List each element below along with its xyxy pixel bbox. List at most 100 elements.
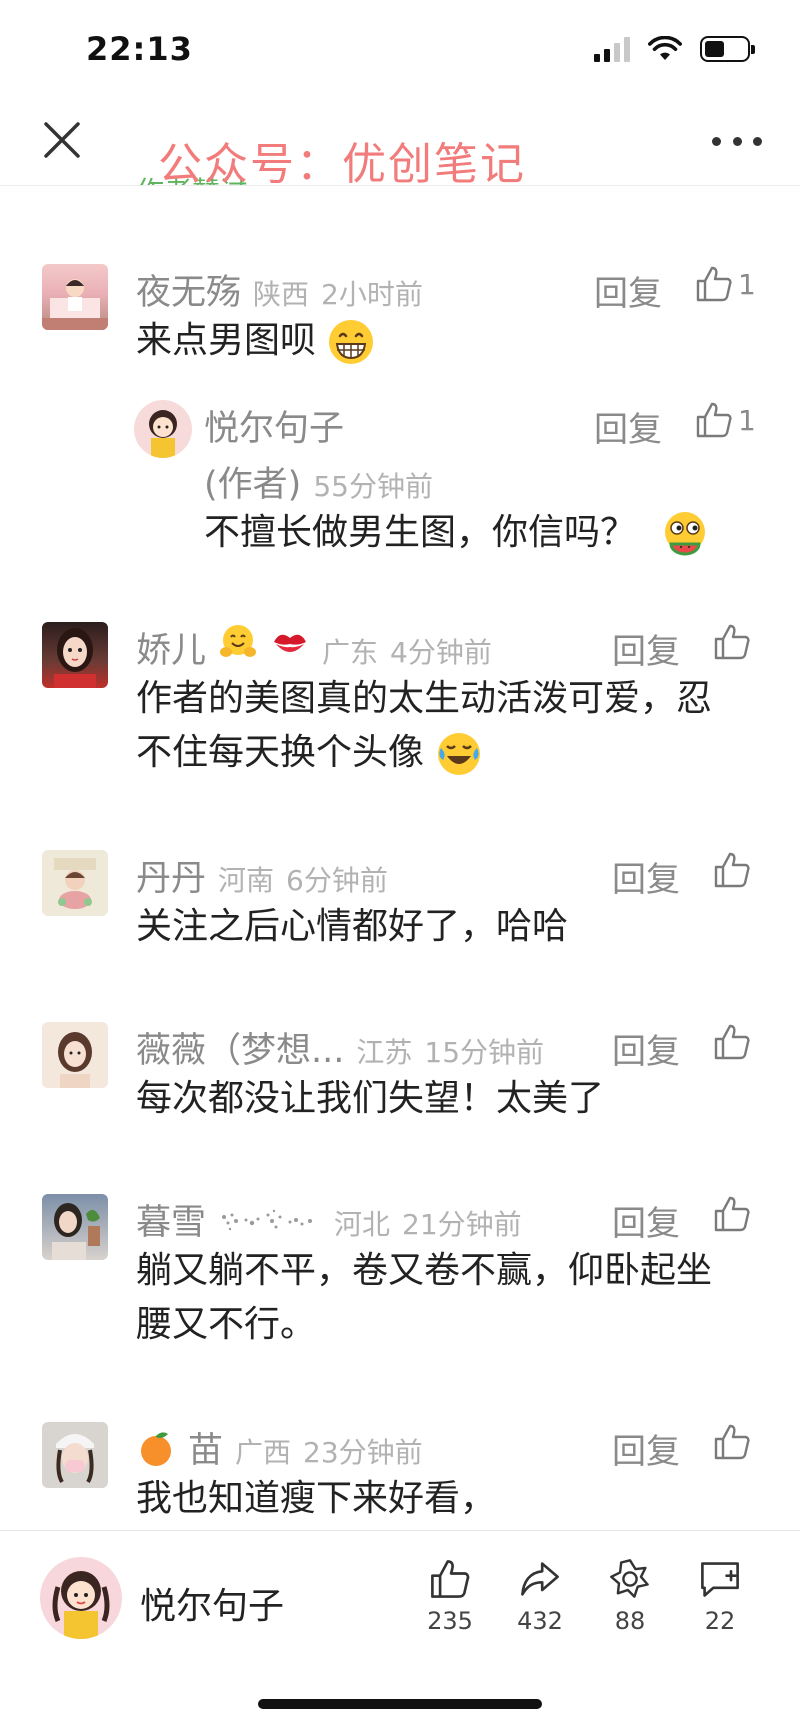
avatar-image (42, 279, 108, 330)
home-indicator[interactable] (258, 1699, 542, 1709)
comment-time: 6分钟前 (286, 864, 388, 897)
comment-text-line-1: 躺又躺不平，卷又卷不赢，仰卧起坐 (136, 1250, 713, 1291)
reply-button[interactable]: 回复 (612, 1424, 680, 1473)
like-button[interactable]: 1 (694, 400, 756, 440)
thumbs-up-icon (696, 266, 732, 302)
comment-text-row: 来点男图呗 (136, 314, 766, 368)
reply-text: 不擅长做男生图，你信吗？ (204, 512, 637, 553)
kiss-mark-emoji (274, 634, 307, 652)
share-action[interactable]: 432 (500, 1557, 580, 1635)
comment-list: 夜无殇 陕西 2小时前 回复 1 来点男图呗 悦尔句子 回复 1 (作者) 55… (0, 186, 800, 1530)
avatar-image (54, 628, 96, 688)
comment-location: 河南 (218, 864, 275, 897)
comment-location: 陕西 (253, 278, 310, 311)
comment-action[interactable]: 22 (680, 1557, 760, 1635)
reply-author-name[interactable]: 悦尔句子 (204, 400, 344, 451)
comment-time: 2小时前 (321, 278, 423, 311)
wifi-icon (648, 36, 682, 60)
reply-text-row: 不擅长做男生图，你信吗？ (204, 506, 764, 560)
top-nav: 作者赞过 公众号：优创笔记 (0, 100, 800, 186)
avatar[interactable] (42, 1194, 108, 1260)
comment-text-line-2: 腰又不行。 (136, 1304, 317, 1345)
comment-location: 广西 (235, 1436, 292, 1469)
comment-count: 22 (704, 1607, 736, 1635)
commenter-name[interactable]: 苗 (188, 1422, 223, 1473)
comment-time: 21分钟前 (402, 1208, 522, 1241)
author-avatar[interactable] (134, 400, 192, 458)
status-icons (594, 36, 755, 62)
comment-time: 4分钟前 (390, 636, 492, 669)
crying-laughing-face-emoji (438, 733, 481, 775)
comment-item: 薇薇（梦想... 江苏 15分钟前 回复 每次都没让我们失望！太美了 (0, 1022, 800, 1142)
reply-button[interactable]: 回复 (612, 852, 680, 901)
status-bar: 22:13 (0, 0, 800, 100)
commenter-name[interactable]: 夜无殇 (136, 264, 241, 315)
comment-text-row: 躺又躺不平，卷又卷不赢，仰卧起坐 腰又不行。 (136, 1244, 766, 1352)
favorite-icon (610, 1559, 649, 1598)
thumbs-up-icon (714, 1024, 750, 1060)
melon-eating-face-emoji (665, 512, 706, 556)
comment-time: 55分钟前 (313, 470, 433, 503)
avatar-image (56, 1434, 94, 1484)
comment-item: 娇儿 广东 4分钟前 回复 作者的美图真的太生动活泼可爱，忍 不住每天换个头像 (0, 622, 800, 822)
avatar[interactable] (42, 1022, 108, 1088)
like-button[interactable] (712, 1022, 752, 1062)
thumbs-up-icon (696, 402, 732, 438)
avatar-image (52, 1571, 110, 1639)
thumbs-up-icon (714, 1424, 750, 1460)
like-count: 1 (738, 403, 756, 437)
reply-button[interactable]: 回复 (612, 624, 680, 673)
reply-button[interactable]: 回复 (594, 266, 662, 315)
author-tag: (作者) (204, 465, 302, 505)
share-count: 432 (517, 1607, 563, 1635)
like-action[interactable]: 235 (410, 1557, 490, 1635)
bottom-action-bar: 悦尔句子 235 432 88 22 (0, 1530, 800, 1731)
like-button[interactable]: 1 (694, 264, 756, 304)
like-button[interactable] (712, 1194, 752, 1234)
close-icon[interactable] (40, 118, 84, 162)
comment-text-line-1: 作者的美图真的太生动活泼可爱，忍 (136, 678, 713, 719)
more-options-icon[interactable] (712, 126, 762, 156)
comment-item: 暮雪 河北 21分钟前 回复 躺又躺不平，卷又卷不赢，仰卧起坐 腰又不行。 (0, 1194, 800, 1394)
share-icon (521, 1562, 559, 1596)
comment-location: 江苏 (356, 1036, 413, 1069)
commenter-name[interactable]: 暮雪 (136, 1194, 206, 1245)
comment-text: 我也知道瘦下来好看， (136, 1478, 497, 1519)
avatar-image (149, 410, 177, 458)
like-button[interactable] (712, 850, 752, 890)
thumbs-up-icon (714, 1196, 750, 1232)
avatar[interactable] (42, 1422, 108, 1488)
status-time: 22:13 (86, 30, 193, 68)
favorite-count: 88 (614, 1607, 646, 1635)
thumbs-up-icon (714, 624, 750, 660)
watermark-text: 公众号：优创笔记 (158, 139, 526, 186)
commenter-name[interactable]: 丹丹 (136, 850, 206, 901)
like-count: 235 (427, 1607, 473, 1635)
reply-button[interactable]: 回复 (612, 1024, 680, 1073)
reply-button[interactable]: 回复 (612, 1196, 680, 1245)
author-avatar[interactable] (40, 1557, 122, 1639)
comment-item: 丹丹 河南 6分钟前 回复 关注之后心情都好了，哈哈 (0, 850, 800, 970)
comment-time: 23分钟前 (303, 1436, 423, 1469)
comment-text: 关注之后心情都好了，哈哈 (136, 906, 569, 947)
reply-button[interactable]: 回复 (594, 402, 662, 451)
avatar-image (58, 1032, 92, 1088)
comment-time: 15分钟前 (424, 1036, 545, 1069)
tangerine-emoji (141, 1431, 171, 1466)
like-count: 1 (738, 267, 756, 301)
comment-item: 苗 广西 23分钟前 回复 我也知道瘦下来好看， (0, 1422, 800, 1530)
comment-text: 每次都没让我们失望！太美了 (136, 1078, 605, 1119)
thumbs-up-icon (714, 852, 750, 888)
like-button[interactable] (712, 1422, 752, 1462)
commenter-name[interactable]: 娇儿 (136, 622, 206, 673)
like-button[interactable] (712, 622, 752, 662)
favorite-action[interactable]: 88 (590, 1557, 670, 1635)
comment-location: 广东 (322, 636, 379, 669)
avatar[interactable] (42, 850, 108, 916)
grinning-face-emoji (329, 320, 374, 364)
avatar[interactable] (42, 264, 108, 330)
author-name[interactable]: 悦尔句子 (140, 1577, 284, 1629)
commenter-name[interactable]: 薇薇（梦想... (136, 1022, 344, 1073)
avatar[interactable] (42, 622, 108, 688)
thumbs-up-icon (431, 1560, 470, 1598)
